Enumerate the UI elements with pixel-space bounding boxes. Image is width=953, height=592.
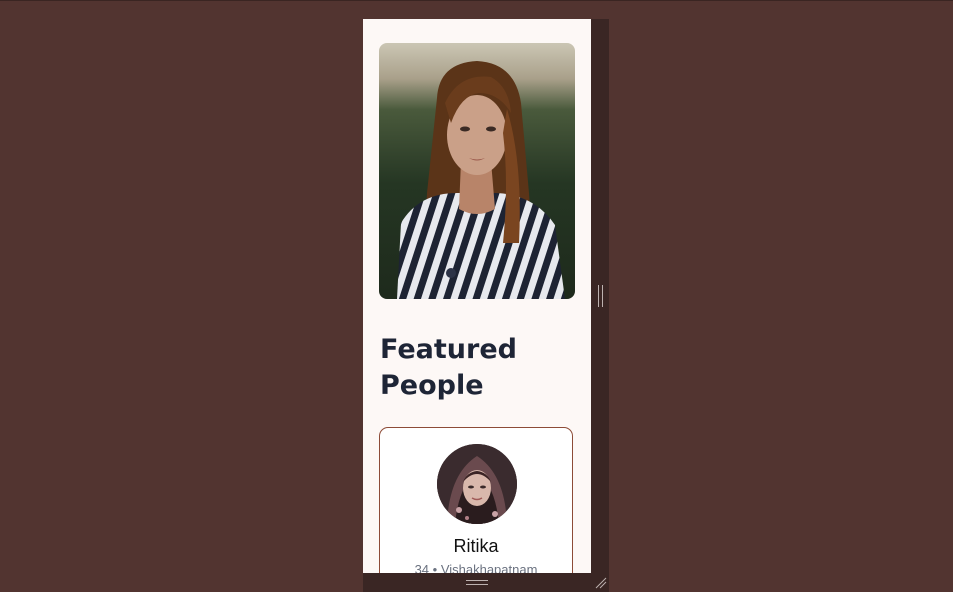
resize-grip-icon[interactable] xyxy=(595,577,607,589)
hero-portrait-illustration xyxy=(397,61,565,299)
person-card[interactable]: Ritika 34 • Vishakhapatnam xyxy=(379,427,573,573)
avatar-illustration xyxy=(437,444,517,524)
vertical-drag-handle-icon[interactable] xyxy=(598,285,603,307)
top-edge-line xyxy=(0,0,953,1)
person-meta: 34 • Vishakhapatnam xyxy=(414,562,538,573)
section-heading: Featured People xyxy=(380,334,517,401)
horizontal-drag-handle-icon[interactable] xyxy=(466,580,488,585)
mobile-viewport[interactable]: Featured People Ritika 34 • Vishakhapatn… xyxy=(363,19,591,573)
person-name: Ritika xyxy=(453,536,499,556)
avatar xyxy=(437,444,517,524)
hero-image xyxy=(379,43,575,299)
